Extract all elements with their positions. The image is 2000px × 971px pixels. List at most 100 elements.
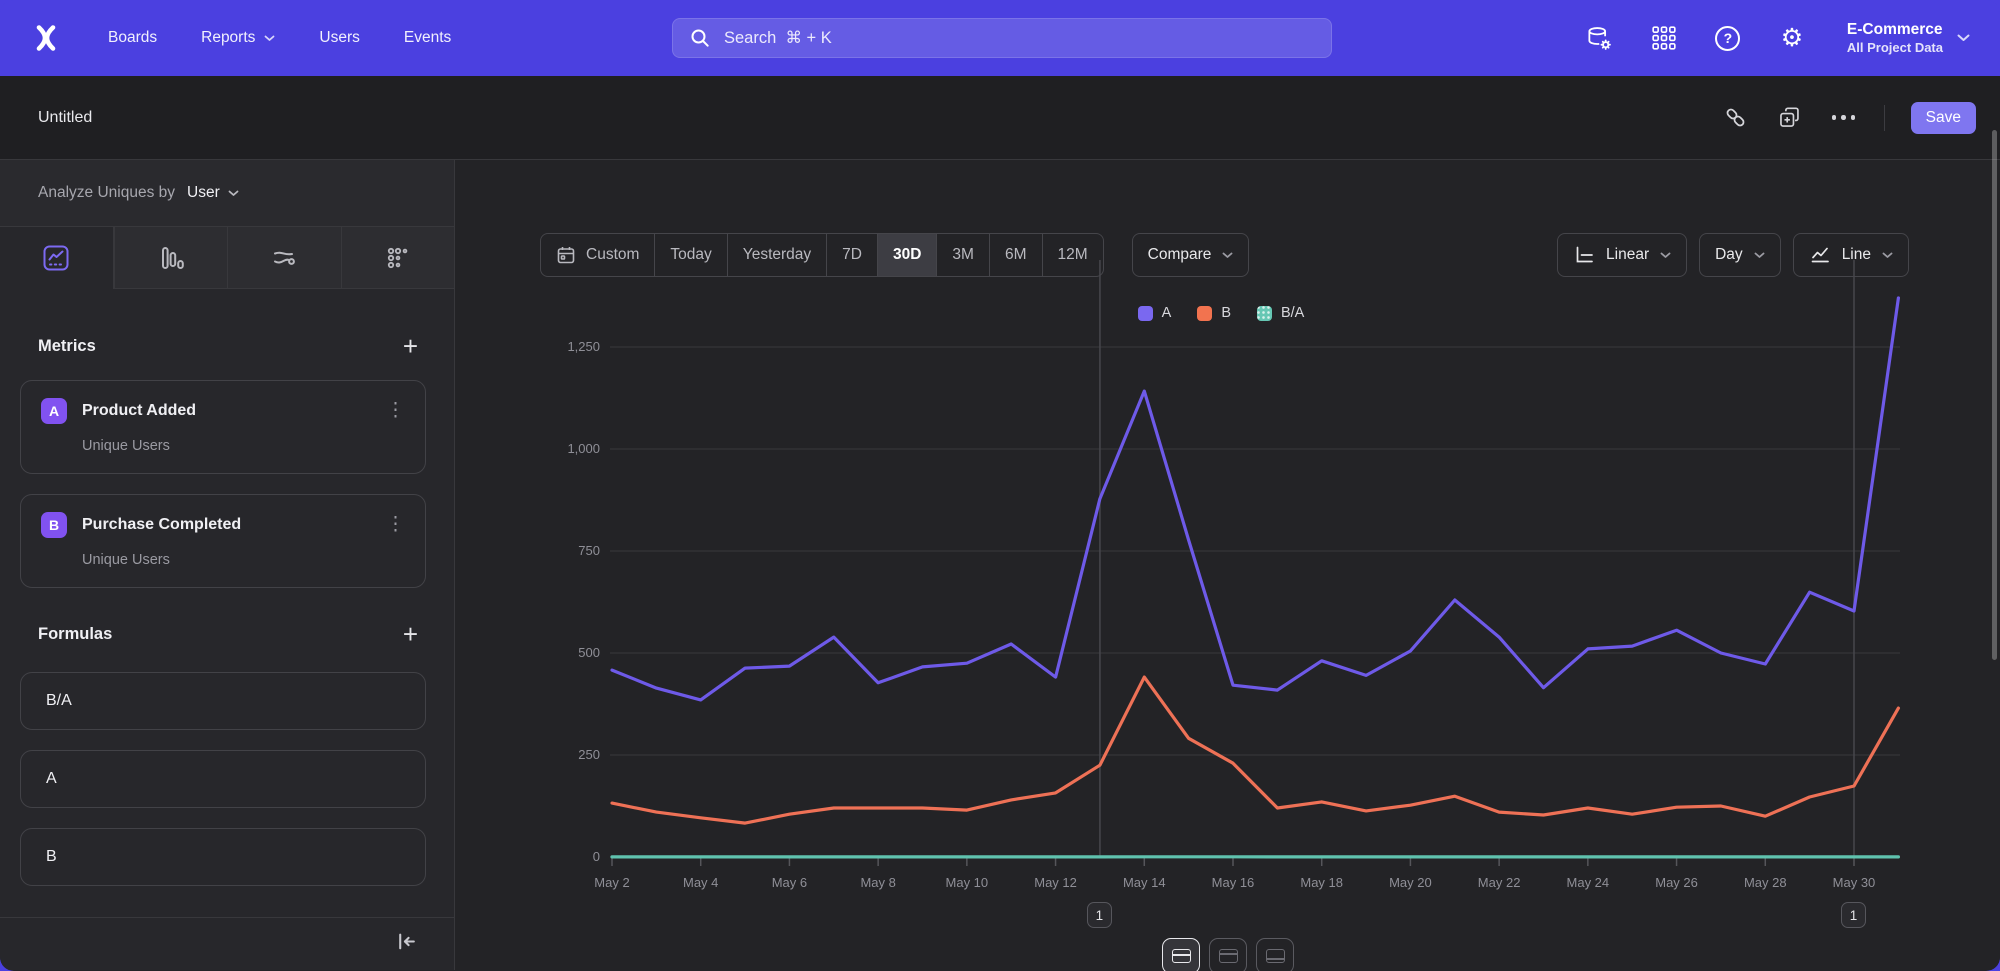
project-name: E-Commerce <box>1847 20 1943 39</box>
x-axis-label: May 12 <box>1018 875 1094 890</box>
tab-funnels[interactable] <box>114 227 228 289</box>
x-axis-label: May 18 <box>1284 875 1360 890</box>
view-toggle-chart-view[interactable] <box>1256 938 1294 971</box>
formula-card-a[interactable]: A <box>20 750 426 808</box>
nav-item-label: Users <box>319 29 359 47</box>
annotation-badge[interactable]: 1 <box>1841 902 1866 928</box>
nav-right-cluster: ? ⚙ E-Commerce All Project Data <box>1585 0 1970 76</box>
search-placeholder: Search ⌘ + K <box>724 28 832 48</box>
table-view-icon <box>1219 949 1238 963</box>
chart-view-icon <box>1266 949 1285 963</box>
nav-item-events[interactable]: Events <box>404 29 451 47</box>
report-titlebar: Untitled Save <box>0 76 2000 160</box>
metric-card-a[interactable]: A Product Added ⋮ Unique Users <box>20 380 426 474</box>
add-formula-button[interactable]: + <box>403 624 418 644</box>
data-management-icon[interactable] <box>1585 23 1615 53</box>
add-metric-button[interactable]: + <box>403 336 418 356</box>
app-root: Boards Reports Users Events Search ⌘ + K <box>0 0 2000 971</box>
analyze-prefix-label: Analyze Uniques by <box>38 184 175 202</box>
apps-grid-icon[interactable] <box>1649 23 1679 53</box>
metric-menu-icon[interactable]: ⋮ <box>386 518 405 532</box>
mixpanel-logo[interactable] <box>30 22 62 54</box>
funnels-icon <box>156 243 186 273</box>
split-view-icon <box>1172 949 1191 963</box>
query-builder-sidebar: Analyze Uniques by User <box>0 160 455 970</box>
x-axis-label: May 16 <box>1195 875 1271 890</box>
tab-retention[interactable] <box>341 227 455 289</box>
search-input[interactable]: Search ⌘ + K <box>672 18 1332 58</box>
x-axis-label: May 14 <box>1106 875 1182 890</box>
mixpanel-logo-icon <box>30 22 62 54</box>
analyze-entity-dropdown[interactable]: User <box>187 184 239 202</box>
chevron-down-icon <box>264 35 275 42</box>
duplicate-icon[interactable] <box>1776 104 1804 132</box>
nav-menu: Boards Reports Users Events <box>108 29 451 47</box>
metrics-header: Metrics + <box>38 336 418 356</box>
y-axis-label: 0 <box>540 849 600 864</box>
x-axis-label: May 28 <box>1727 875 1803 890</box>
metric-name: Purchase Completed <box>82 516 371 534</box>
nav-item-boards[interactable]: Boards <box>108 29 157 47</box>
chevron-down-icon <box>228 190 239 197</box>
x-axis-label: May 24 <box>1550 875 1626 890</box>
report-type-tabs <box>0 227 454 289</box>
x-axis-label: May 26 <box>1639 875 1715 890</box>
nav-item-reports[interactable]: Reports <box>201 29 275 47</box>
x-axis-label: May 8 <box>840 875 916 890</box>
series-line-a[interactable] <box>612 298 1898 700</box>
more-options-icon[interactable] <box>1830 104 1858 132</box>
retention-icon <box>383 243 413 273</box>
formulas-header: Formulas + <box>38 624 418 644</box>
copy-link-icon[interactable] <box>1722 104 1750 132</box>
save-button[interactable]: Save <box>1911 102 1976 134</box>
project-scope: All Project Data <box>1847 40 1943 56</box>
y-axis-label: 1,250 <box>540 339 600 354</box>
chart-section: CustomTodayYesterday7D30D3M6M12M Compare… <box>455 160 2000 970</box>
report-title[interactable]: Untitled <box>38 109 92 127</box>
project-selector[interactable]: E-Commerce All Project Data <box>1847 20 1970 56</box>
view-toggle-split-view[interactable] <box>1162 938 1200 971</box>
chevron-down-icon <box>1957 34 1970 42</box>
view-toggle-table-view[interactable] <box>1209 938 1247 971</box>
y-axis-label: 1,000 <box>540 441 600 456</box>
metric-letter-badge: B <box>41 512 67 538</box>
nav-item-label: Events <box>404 29 451 47</box>
scrollbar[interactable] <box>1992 130 1997 660</box>
nav-item-users[interactable]: Users <box>319 29 359 47</box>
collapse-sidebar-icon[interactable] <box>395 930 418 958</box>
settings-gear-icon[interactable]: ⚙ <box>1777 23 1807 53</box>
line-chart-plot[interactable] <box>455 160 2000 970</box>
y-axis-label: 750 <box>540 543 600 558</box>
tab-insights[interactable] <box>0 227 114 289</box>
metric-letter-badge: A <box>41 398 67 424</box>
x-axis-label: May 10 <box>929 875 1005 890</box>
x-axis-label: May 6 <box>751 875 827 890</box>
series-line-b[interactable] <box>612 677 1898 823</box>
nav-item-label: Reports <box>201 29 255 47</box>
x-axis-label: May 30 <box>1816 875 1892 890</box>
annotation-badge[interactable]: 1 <box>1087 902 1112 928</box>
tab-flows[interactable] <box>227 227 341 289</box>
metric-name: Product Added <box>82 402 371 420</box>
x-axis-label: May 4 <box>663 875 739 890</box>
y-axis-label: 250 <box>540 747 600 762</box>
formula-card-ba[interactable]: B/A <box>20 672 426 730</box>
flows-icon <box>269 243 299 273</box>
titlebar-divider <box>1884 105 1885 131</box>
main-frame: Untitled Save <box>0 76 2000 971</box>
x-axis-label: May 2 <box>574 875 650 890</box>
sidebar-footer <box>0 917 454 970</box>
help-icon[interactable]: ? <box>1713 23 1743 53</box>
view-toggle-group <box>1162 938 1294 971</box>
metric-measure[interactable]: Unique Users <box>82 438 405 454</box>
x-axis-label: May 22 <box>1461 875 1537 890</box>
top-nav: Boards Reports Users Events Search ⌘ + K <box>0 0 2000 76</box>
analyze-uniques-row: Analyze Uniques by User <box>0 160 454 227</box>
y-axis-label: 500 <box>540 645 600 660</box>
metric-menu-icon[interactable]: ⋮ <box>386 404 405 418</box>
metric-measure[interactable]: Unique Users <box>82 552 405 568</box>
metric-card-b[interactable]: B Purchase Completed ⋮ Unique Users <box>20 494 426 588</box>
formula-card-b[interactable]: B <box>20 828 426 886</box>
x-axis-label: May 20 <box>1372 875 1448 890</box>
nav-item-label: Boards <box>108 29 157 47</box>
